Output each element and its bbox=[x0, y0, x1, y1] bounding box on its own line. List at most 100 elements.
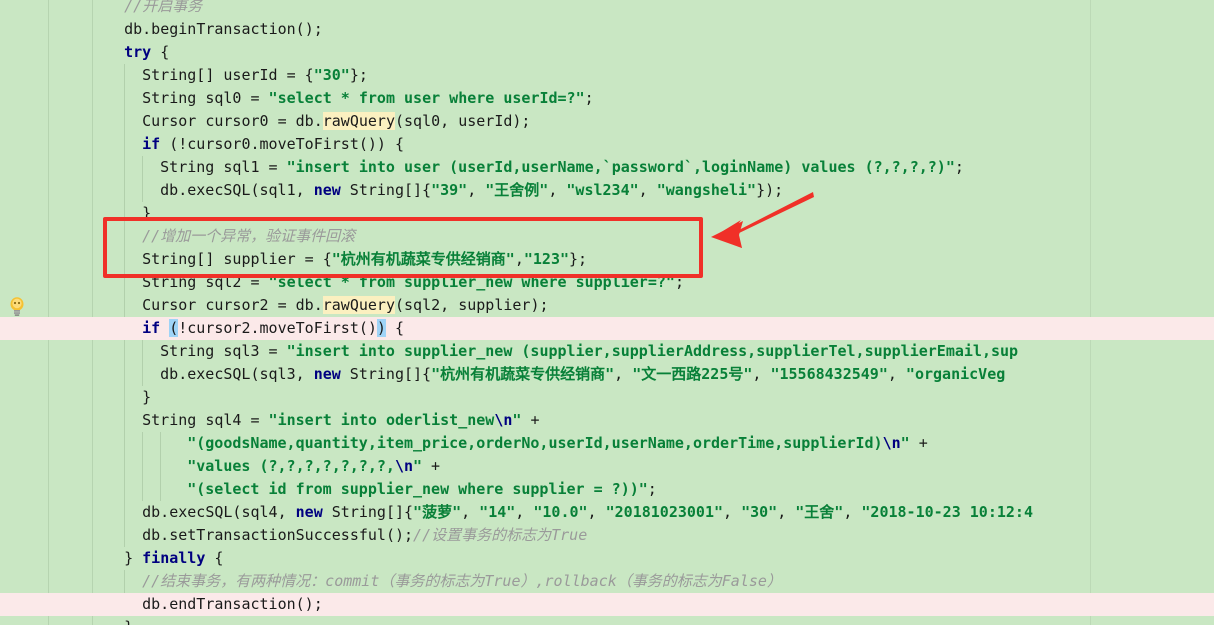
code-line[interactable]: //增加一个异常，验证事件回滚 bbox=[0, 225, 1214, 248]
token-str: "39" bbox=[431, 181, 468, 199]
code-line[interactable]: "(goodsName,quantity,item_price,orderNo,… bbox=[0, 432, 1214, 455]
token-str: "20181023001" bbox=[605, 503, 724, 521]
code-line[interactable]: String sql1 = "insert into user (userId,… bbox=[0, 156, 1214, 179]
code-line[interactable]: db.endTransaction(); bbox=[0, 593, 1214, 616]
token-cmt: //结束事务，有两种情况：commit（事务的标志为True）,rollback… bbox=[142, 572, 782, 590]
code-line[interactable]: db.execSQL(sql4, new String[]{"菠萝", "14"… bbox=[0, 501, 1214, 524]
token-pln: db.setTransactionSuccessful(); bbox=[142, 526, 414, 544]
code-line[interactable]: String sql3 = "insert into supplier_new … bbox=[0, 340, 1214, 363]
code-line[interactable]: } bbox=[0, 202, 1214, 225]
token-str: "文一西路225号" bbox=[632, 365, 753, 383]
code-text: if (!cursor0.moveToFirst()) { bbox=[142, 133, 404, 156]
token-kw: if bbox=[142, 135, 161, 153]
code-line[interactable]: if (!cursor0.moveToFirst()) { bbox=[0, 133, 1214, 156]
token-kw: try bbox=[124, 43, 152, 61]
token-str: "菠萝" bbox=[413, 503, 462, 521]
code-line[interactable]: //开启事务 bbox=[0, 0, 1214, 18]
code-text: "(select id from supplier_new where supp… bbox=[187, 478, 657, 501]
token-pln: + bbox=[909, 434, 928, 452]
code-line[interactable]: String[] userId = {"30"}; bbox=[0, 64, 1214, 87]
token-str: "(goodsName,quantity,item_price,orderNo,… bbox=[187, 434, 883, 452]
code-text: String[] userId = {"30"}; bbox=[142, 64, 368, 87]
token-cmt: //开启事务 bbox=[124, 0, 203, 15]
code-line[interactable]: } bbox=[0, 386, 1214, 409]
token-esc: \n bbox=[394, 457, 413, 475]
token-pln: { bbox=[205, 549, 224, 567]
token-kw: new bbox=[313, 365, 341, 383]
code-line[interactable]: String sql2 = "select * from supplier_ne… bbox=[0, 271, 1214, 294]
token-str: "2018-10-23 10:12:4 bbox=[861, 503, 1033, 521]
token-pln: String sql2 = bbox=[142, 273, 269, 291]
token-pln: } bbox=[124, 618, 133, 625]
token-pln: Cursor cursor0 = db. bbox=[142, 112, 323, 130]
code-text: //增加一个异常，验证事件回滚 bbox=[142, 225, 355, 248]
token-hl: rawQuery bbox=[322, 112, 395, 130]
token-str: "values (?,?,?,?,?,?,?, bbox=[187, 457, 395, 475]
code-text: } bbox=[124, 616, 133, 625]
token-str: "14" bbox=[479, 503, 516, 521]
token-pln: db.execSQL(sql3, bbox=[160, 365, 314, 383]
token-pln: { bbox=[151, 43, 170, 61]
token-pln: , bbox=[614, 365, 633, 383]
code-line[interactable]: Cursor cursor0 = db.rawQuery(sql0, userI… bbox=[0, 110, 1214, 133]
token-str: "杭州有机蔬菜专供经销商" bbox=[331, 250, 515, 268]
token-brace-hl: ( bbox=[169, 319, 179, 337]
token-pln: String[] supplier = { bbox=[142, 250, 332, 268]
code-line[interactable]: try { bbox=[0, 41, 1214, 64]
token-pln: db.execSQL(sql1, bbox=[160, 181, 314, 199]
token-pln: db.endTransaction(); bbox=[142, 595, 323, 613]
code-text: String[] supplier = {"杭州有机蔬菜专供经销商","123"… bbox=[142, 248, 587, 271]
token-str: "10.0" bbox=[533, 503, 588, 521]
code-line[interactable]: "values (?,?,?,?,?,?,?,\n" + bbox=[0, 455, 1214, 478]
code-line[interactable]: String sql4 = "insert into oderlist_new\… bbox=[0, 409, 1214, 432]
lightbulb-icon[interactable] bbox=[8, 296, 26, 316]
token-pln: }; bbox=[569, 250, 588, 268]
code-text: //开启事务 bbox=[124, 0, 202, 18]
code-line[interactable]: } finally { bbox=[0, 547, 1214, 570]
code-line[interactable]: if (!cursor2.moveToFirst()) { bbox=[0, 317, 1214, 340]
code-line[interactable]: String[] supplier = {"杭州有机蔬菜专供经销商","123"… bbox=[0, 248, 1214, 271]
code-text: try { bbox=[124, 41, 169, 64]
token-pln: String[]{ bbox=[340, 365, 432, 383]
token-pln: ; bbox=[584, 89, 594, 107]
token-pln: ; bbox=[674, 273, 684, 291]
token-str: "wangsheli" bbox=[656, 181, 757, 199]
code-text: } finally { bbox=[124, 547, 223, 570]
code-text: if (!cursor2.moveToFirst()) { bbox=[142, 317, 404, 340]
token-pln: String[] userId = { bbox=[142, 66, 314, 84]
code-line[interactable]: "(select id from supplier_new where supp… bbox=[0, 478, 1214, 501]
token-str: " bbox=[900, 434, 910, 452]
code-line[interactable]: db.beginTransaction(); bbox=[0, 18, 1214, 41]
token-pln: String[]{ bbox=[340, 181, 432, 199]
token-str: "wsl234" bbox=[566, 181, 639, 199]
token-pln: (sql0, userId); bbox=[394, 112, 531, 130]
code-text: //结束事务，有两种情况：commit（事务的标志为True）,rollback… bbox=[142, 570, 782, 593]
token-pln: !cursor2.moveToFirst() bbox=[178, 319, 377, 337]
code-text: String sql4 = "insert into oderlist_new\… bbox=[142, 409, 539, 432]
token-str: "30" bbox=[741, 503, 778, 521]
token-pln: , bbox=[587, 503, 606, 521]
token-str: "select * from user where userId=?" bbox=[268, 89, 585, 107]
token-str: "王舍例" bbox=[485, 181, 549, 199]
code-line[interactable]: String sql0 = "select * from user where … bbox=[0, 87, 1214, 110]
code-line[interactable]: db.setTransactionSuccessful();//设置事务的标志为… bbox=[0, 524, 1214, 547]
token-pln: }; bbox=[349, 66, 368, 84]
code-line[interactable]: db.execSQL(sql1, new String[]{"39", "王舍例… bbox=[0, 179, 1214, 202]
token-pln: }); bbox=[756, 181, 784, 199]
code-line[interactable]: db.execSQL(sql3, new String[]{"杭州有机蔬菜专供经… bbox=[0, 363, 1214, 386]
code-text: db.beginTransaction(); bbox=[124, 18, 323, 41]
code-line[interactable]: } bbox=[0, 616, 1214, 625]
code-line[interactable]: //结束事务，有两种情况：commit（事务的标志为True）,rollback… bbox=[0, 570, 1214, 593]
token-esc: \n bbox=[882, 434, 901, 452]
token-pln: , bbox=[723, 503, 742, 521]
token-pln: , bbox=[467, 181, 486, 199]
token-cmt: //设置事务的标志为True bbox=[413, 526, 588, 544]
code-editor[interactable]: //开启事务 db.beginTransaction(); try {String[… bbox=[0, 0, 1214, 625]
token-str: "30" bbox=[313, 66, 350, 84]
token-pln: db.beginTransaction(); bbox=[124, 20, 323, 38]
token-str: "organicVeg bbox=[905, 365, 1006, 383]
code-line[interactable]: Cursor cursor2 = db.rawQuery(sql2, suppl… bbox=[0, 294, 1214, 317]
token-pln: } bbox=[124, 549, 143, 567]
code-text: "(goodsName,quantity,item_price,orderNo,… bbox=[187, 432, 928, 455]
token-pln: (!cursor0.moveToFirst()) { bbox=[160, 135, 405, 153]
